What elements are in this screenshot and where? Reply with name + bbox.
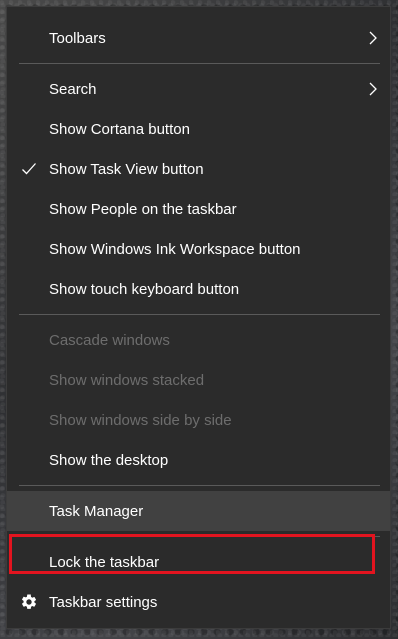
menu-item-taskbar-settings[interactable]: Taskbar settings (7, 582, 390, 622)
menu-item-label: Show windows stacked (49, 371, 205, 389)
menu-item-search[interactable]: Search (7, 69, 390, 109)
chevron-right-icon (369, 82, 377, 96)
menu-item-label: Cascade windows (49, 331, 170, 349)
chevron-right-icon (369, 31, 377, 45)
menu-item-show-touch-keyboard[interactable]: Show touch keyboard button (7, 269, 390, 309)
menu-item-label: Show Task View button (49, 160, 204, 178)
menu-item-label: Task Manager (49, 502, 144, 520)
menu-item-windows-stacked: Show windows stacked (7, 360, 390, 400)
menu-item-task-manager[interactable]: Task Manager (7, 491, 390, 531)
menu-item-lock-taskbar[interactable]: Lock the taskbar (7, 542, 390, 582)
menu-item-label: Toolbars (49, 29, 106, 47)
menu-item-windows-side-by-side: Show windows side by side (7, 400, 390, 440)
menu-separator (19, 63, 380, 64)
menu-item-label: Lock the taskbar (49, 553, 160, 571)
menu-item-show-ink-workspace[interactable]: Show Windows Ink Workspace button (7, 229, 390, 269)
menu-item-toolbars[interactable]: Toolbars (7, 18, 390, 58)
checkmark-icon (22, 163, 36, 175)
menu-item-label: Show People on the taskbar (49, 200, 237, 218)
gear-icon (21, 594, 37, 609)
menu-item-show-cortana[interactable]: Show Cortana button (7, 109, 390, 149)
menu-item-label: Search (49, 80, 97, 98)
menu-item-label: Show touch keyboard button (49, 280, 240, 298)
menu-item-label: Show windows side by side (49, 411, 232, 429)
menu-separator (19, 536, 380, 537)
menu-item-label: Show the desktop (49, 451, 169, 469)
menu-item-label: Show Windows Ink Workspace button (49, 240, 301, 258)
menu-separator (19, 314, 380, 315)
menu-item-cascade-windows: Cascade windows (7, 320, 390, 360)
menu-item-show-people[interactable]: Show People on the taskbar (7, 189, 390, 229)
menu-separator (19, 485, 380, 486)
menu-item-show-desktop[interactable]: Show the desktop (7, 440, 390, 480)
menu-item-label: Taskbar settings (49, 593, 158, 611)
taskbar-context-menu: Toolbars Search Show Cortana button Show… (6, 6, 391, 629)
menu-item-label: Show Cortana button (49, 120, 190, 138)
menu-item-show-task-view[interactable]: Show Task View button (7, 149, 390, 189)
